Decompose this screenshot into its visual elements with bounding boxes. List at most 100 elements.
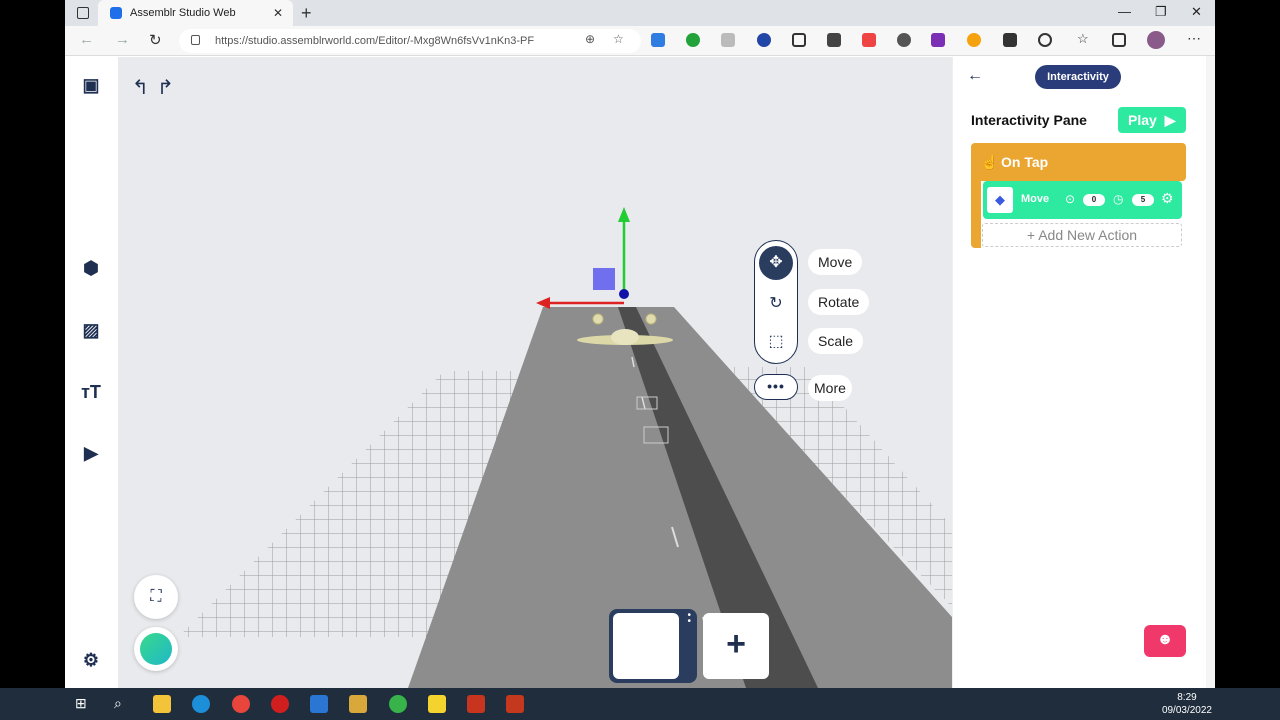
extension-pen-icon[interactable]	[651, 33, 665, 47]
extension-megaphone-icon[interactable]	[862, 33, 876, 47]
more-dots-icon[interactable]: •••	[754, 374, 798, 400]
capture-icon: ⛶	[150, 588, 162, 605]
edge-icon[interactable]	[192, 695, 210, 713]
tab-actions-icon[interactable]	[77, 7, 89, 19]
start-time-field[interactable]: 0	[1083, 194, 1105, 206]
collections-icon[interactable]	[1112, 33, 1126, 47]
new-tab-icon[interactable]: +	[301, 3, 312, 24]
scene-menu-icon[interactable]: • •	[687, 611, 691, 627]
desktop-screen: Assemblr Studio Web ✕ + — ❐ ✕ ← → ↻ http…	[0, 0, 1280, 720]
start-time-icon: ⊙	[1065, 192, 1076, 206]
favorite-add-icon[interactable]: ☆	[613, 32, 627, 46]
assemblr-editor: ▣ ⬢ ▨ тT ▶ ⚙ ↰ ↱ ✥ ↻ ⬚ Move Rotate Scale…	[65, 57, 1215, 688]
forward-icon[interactable]: →	[115, 31, 130, 48]
color-picker-button[interactable]	[134, 627, 178, 671]
page-scrollbar[interactable]	[1206, 56, 1215, 688]
zoom-icon[interactable]: ⊕	[585, 32, 599, 46]
screenshot-button[interactable]: ⛶	[134, 575, 178, 619]
pane-back-icon[interactable]: ←	[967, 67, 983, 85]
extension-grey-icon[interactable]	[721, 33, 735, 47]
left-toolbar: ▣ ⬢ ▨ тT ▶ ⚙	[65, 57, 118, 688]
chrome-icon[interactable]	[232, 695, 250, 713]
play-preview-icon[interactable]: ▶	[80, 442, 102, 464]
minimize-icon[interactable]: —	[1118, 4, 1131, 19]
move-action-block[interactable]: ◆ Move ⊙ 0 ◷ 5 ⚙	[983, 181, 1182, 219]
image-icon[interactable]: ▨	[80, 319, 102, 341]
plus-icon: +	[1026, 227, 1039, 243]
pane-title: Interactivity Pane	[971, 112, 1087, 128]
extensions-puzzle-icon[interactable]	[1038, 33, 1052, 47]
transform-tool-group: ✥ ↻ ⬚	[754, 240, 798, 364]
gizmo-z-handle[interactable]	[619, 289, 629, 299]
duration-timer-icon: ◷	[1113, 192, 1124, 206]
object-cube-icon: ◆	[987, 187, 1013, 213]
scene-preview	[613, 613, 679, 679]
gizmo-plane-handle[interactable]	[593, 268, 615, 290]
maximize-icon[interactable]: ❐	[1155, 4, 1167, 20]
undo-icon[interactable]: ↰	[132, 75, 149, 100]
more-options-icon[interactable]: ⋯	[1187, 30, 1201, 46]
objects-cube-icon[interactable]: ⬢	[80, 257, 102, 279]
extension-table-icon[interactable]	[827, 33, 841, 47]
move-tool-label[interactable]: Move	[808, 249, 863, 275]
chat-support-button[interactable]: ☻	[1144, 625, 1186, 657]
action-settings-gear-icon[interactable]: ⚙	[1161, 190, 1174, 207]
url-text: https://studio.assemblrworld.com/Editor/…	[215, 35, 535, 47]
extension-onenote-icon[interactable]	[931, 33, 945, 47]
windows-start-icon[interactable]: ⊞	[75, 695, 93, 713]
duration-field[interactable]: 5	[1132, 194, 1154, 206]
opera-icon[interactable]	[271, 695, 289, 713]
save-icon[interactable]: ▣	[80, 74, 102, 96]
tap-hand-icon: ☝	[981, 154, 999, 170]
scale-tool-icon[interactable]: ⬚	[759, 327, 793, 357]
action-label: Move	[1021, 193, 1050, 205]
add-new-action-button[interactable]: + Add New Action	[982, 223, 1182, 247]
airplane-engine	[592, 313, 604, 325]
rotate-tool-label[interactable]: Rotate	[808, 289, 870, 315]
store-icon[interactable]	[310, 695, 328, 713]
play-button[interactable]: Play ▶	[1118, 107, 1186, 133]
gizmo-y-arrow[interactable]	[618, 207, 630, 222]
close-window-icon[interactable]: ✕	[1191, 4, 1202, 20]
on-tap-trigger[interactable]: ☝ On Tap	[971, 143, 1186, 181]
title-bar: Assemblr Studio Web ✕ + — ❐ ✕	[65, 0, 1215, 26]
refresh-icon[interactable]: ↻	[149, 31, 162, 49]
file-explorer-icon[interactable]	[153, 695, 171, 713]
extension-pinterest-icon[interactable]	[897, 33, 911, 47]
powerpoint-icon[interactable]	[506, 695, 524, 713]
airplane-body	[611, 329, 639, 345]
tab-title: Assemblr Studio Web	[130, 7, 236, 19]
redo-icon[interactable]: ↱	[157, 75, 174, 100]
move-tool-icon[interactable]: ✥	[759, 246, 793, 280]
sticky-notes-icon[interactable]	[428, 695, 446, 713]
extension-orange-icon[interactable]	[967, 33, 981, 47]
rotate-tool-icon[interactable]: ↻	[759, 289, 793, 319]
interactivity-tab[interactable]: Interactivity	[1035, 65, 1121, 89]
assemblr-favicon-icon	[110, 7, 122, 19]
search-icon[interactable]: ⌕	[114, 695, 132, 713]
address-bar[interactable]: https://studio.assemblrworld.com/Editor/…	[179, 29, 641, 53]
media-icon[interactable]	[349, 695, 367, 713]
interactivity-pane: ← Interactivity Interactivity Pane Play …	[952, 57, 1215, 688]
settings-gear-icon[interactable]: ⚙	[80, 649, 102, 671]
extension-d-icon[interactable]	[757, 33, 771, 47]
add-scene-button[interactable]: +	[703, 613, 769, 679]
office-icon[interactable]	[467, 695, 485, 713]
browser-tab[interactable]: Assemblr Studio Web ✕	[98, 0, 293, 26]
extension-calendar-icon[interactable]	[1003, 33, 1017, 47]
profile-avatar[interactable]	[1147, 31, 1165, 49]
extension-grid-icon[interactable]	[792, 33, 806, 47]
scene-thumbnail[interactable]: • •	[609, 609, 697, 683]
3d-viewport[interactable]: ↰ ↱ ✥ ↻ ⬚ Move Rotate Scale ••• More ⛶ •…	[118, 57, 952, 688]
favorites-icon[interactable]: ☆	[1077, 31, 1091, 46]
trigger-rail	[971, 177, 981, 248]
system-clock[interactable]: 8:29 09/03/2022	[1162, 691, 1212, 717]
back-icon[interactable]: ←	[79, 31, 94, 48]
trigger-label: On Tap	[1001, 154, 1049, 170]
scale-tool-label[interactable]: Scale	[808, 328, 864, 354]
messaging-icon[interactable]	[389, 695, 407, 713]
close-tab-icon[interactable]: ✕	[273, 6, 283, 20]
text-icon[interactable]: тT	[80, 381, 102, 403]
extension-evernote-icon[interactable]	[686, 33, 700, 47]
more-tool-label[interactable]: More	[808, 375, 852, 401]
